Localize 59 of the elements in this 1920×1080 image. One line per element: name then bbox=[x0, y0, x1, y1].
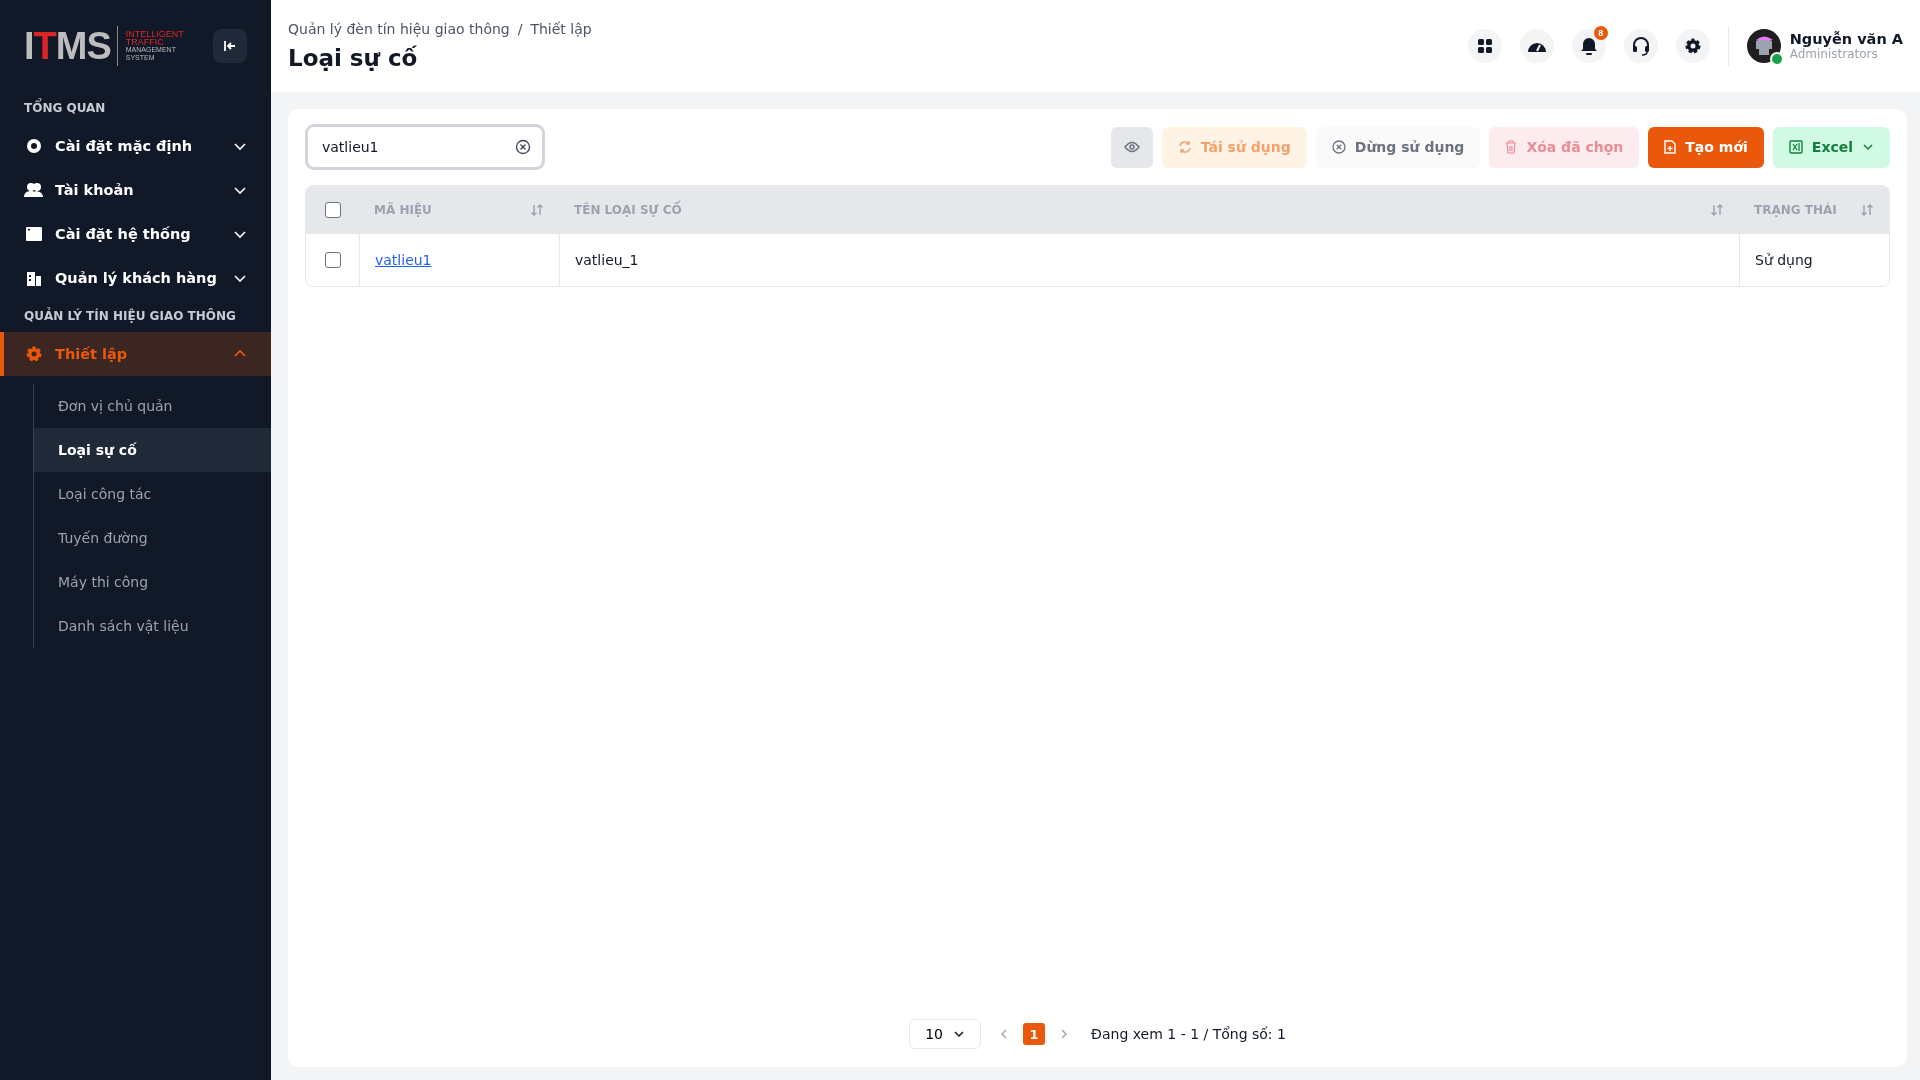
bell-icon bbox=[1579, 36, 1598, 56]
submenu-item[interactable]: Danh sách vật liệu bbox=[34, 604, 271, 648]
page-number[interactable]: 1 bbox=[1023, 1023, 1046, 1045]
collapse-icon bbox=[223, 39, 237, 53]
code-link[interactable]: vatlieu1 bbox=[375, 252, 432, 268]
settings-icon bbox=[1683, 37, 1702, 55]
user-name: Nguyễn văn A bbox=[1789, 31, 1903, 47]
breadcrumb-link[interactable]: Thiết lập bbox=[530, 21, 592, 37]
section-title: TỔNG QUAN bbox=[0, 92, 271, 124]
submenu-item[interactable]: Loại sự cố bbox=[34, 428, 271, 472]
cancel-icon bbox=[1331, 140, 1346, 154]
apps-button[interactable] bbox=[1467, 29, 1502, 63]
pagination-summary: Đang xem 1 - 1 / Tổng số: 1 bbox=[1091, 1026, 1286, 1042]
submenu-item[interactable]: Loại công tác bbox=[34, 472, 271, 516]
trash-icon bbox=[1505, 140, 1518, 154]
table-cell: vatlieu_1 bbox=[575, 252, 639, 268]
eye-icon bbox=[1123, 141, 1140, 153]
notification-badge: 8 bbox=[1593, 26, 1608, 40]
excel-button[interactable]: Excel bbox=[1772, 126, 1890, 168]
section-title: QUẢN LÝ TÍN HIỆU GIAO THÔNG bbox=[23, 306, 237, 325]
headset-icon bbox=[1631, 36, 1650, 56]
notifications-button[interactable]: 8 bbox=[1571, 29, 1606, 63]
submenu-item[interactable]: Máy thi công bbox=[34, 560, 271, 604]
users-icon bbox=[24, 182, 44, 198]
spreadsheet-icon bbox=[1788, 140, 1803, 154]
nav-item[interactable]: Tài khoản bbox=[0, 168, 271, 212]
chevron-down-icon bbox=[1862, 141, 1874, 153]
table-cell: Sử dụng bbox=[1755, 252, 1813, 268]
avatar bbox=[1746, 29, 1781, 63]
nav-item[interactable]: Cài đặt mặc định bbox=[0, 124, 271, 168]
logo-mark: ITMS bbox=[24, 26, 118, 66]
clear-icon[interactable] bbox=[515, 139, 531, 155]
grid-icon bbox=[1476, 38, 1493, 54]
dashboard-button[interactable] bbox=[1519, 29, 1554, 63]
column-header: TRẠNG THÁI bbox=[1754, 203, 1837, 217]
new-file-icon bbox=[1664, 140, 1677, 154]
nav-item[interactable]: Thiết lập bbox=[0, 332, 271, 376]
column-header: MÃ HIỆU bbox=[374, 203, 432, 217]
page-title: Loại sự cố bbox=[288, 45, 419, 71]
window-icon bbox=[24, 226, 44, 242]
create-button[interactable]: Tạo mới bbox=[1648, 126, 1764, 168]
nav-item[interactable]: Cài đặt hệ thống bbox=[0, 212, 271, 256]
building-icon bbox=[24, 270, 44, 286]
submenu-item[interactable]: Tuyến đường bbox=[34, 516, 271, 560]
page-size-select[interactable]: 10 bbox=[909, 1019, 982, 1049]
user-role: Administrators bbox=[1789, 47, 1879, 61]
row-checkbox[interactable] bbox=[324, 252, 341, 268]
submenu-item[interactable]: Đơn vị chủ quản bbox=[34, 384, 271, 428]
refresh-icon bbox=[1177, 140, 1192, 154]
settings-button[interactable] bbox=[1675, 29, 1710, 63]
breadcrumb-link[interactable]: Quản lý đèn tín hiệu giao thông bbox=[288, 21, 510, 37]
collapse-sidebar-button[interactable] bbox=[213, 29, 247, 63]
view-button[interactable] bbox=[1110, 126, 1153, 168]
support-button[interactable] bbox=[1623, 29, 1658, 63]
breadcrumb-separator: / bbox=[517, 21, 523, 37]
nav-item[interactable]: Quản lý khách hàng bbox=[0, 256, 271, 300]
chevron-down-icon bbox=[953, 1028, 965, 1040]
search-field[interactable]: vatlieu1 bbox=[305, 124, 545, 170]
select-all-checkbox[interactable] bbox=[324, 202, 341, 218]
